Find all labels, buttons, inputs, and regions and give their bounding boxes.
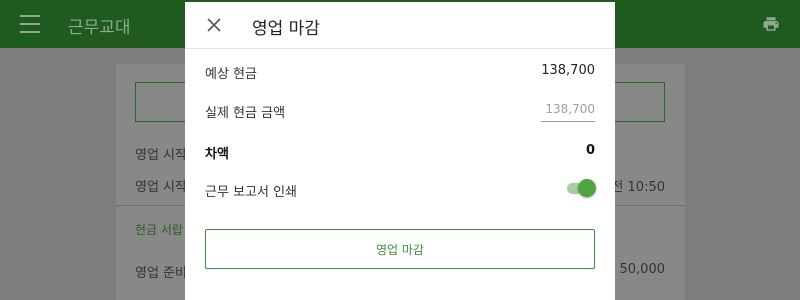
expected-cash-label: 예상 현금: [205, 67, 257, 82]
expected-cash-value: 138,700: [541, 63, 595, 78]
sales-start-label: 영업 시작: [135, 148, 187, 163]
cash-drawer-section: 현금 서랍: [135, 223, 183, 237]
sales-prep-label: 영업 준비: [135, 266, 187, 281]
app-title: 근무교대: [68, 18, 131, 38]
print-icon[interactable]: [762, 15, 780, 33]
print-report-toggle[interactable]: [566, 178, 596, 198]
dialog-title: 영업 마감: [252, 19, 320, 39]
actual-cash-input[interactable]: [541, 96, 595, 122]
close-sales-button[interactable]: 영업 마감: [205, 229, 595, 269]
print-report-label: 근무 보고서 인쇄: [205, 185, 297, 200]
sales-prep-value: 50,000: [619, 262, 666, 277]
toggle-thumb: [578, 179, 596, 197]
dialog-header: 영업 마감: [185, 2, 615, 49]
sales-start-label-2: 영업 시작: [135, 180, 187, 195]
actual-cash-label: 실제 현금 금액: [205, 106, 286, 121]
menu-icon[interactable]: [20, 15, 40, 33]
difference-label: 차액: [205, 147, 229, 162]
close-icon[interactable]: [206, 17, 222, 33]
close-sales-dialog: 영업 마감 예상 현금 138,700 실제 현금 금액 차액 0 근무 보고서…: [185, 2, 615, 300]
difference-value: 0: [585, 143, 595, 158]
